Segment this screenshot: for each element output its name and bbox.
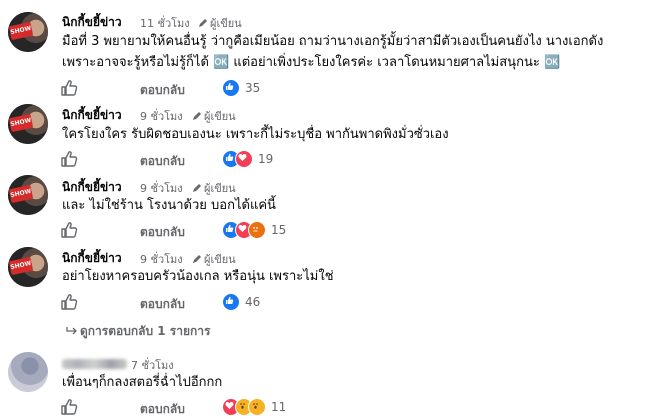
comment-author-name[interactable]: นิกกี้ขยี้ข่าว — [62, 178, 122, 197]
reply-button[interactable]: ตอบกลับ — [140, 400, 185, 419]
reaction-count: 19 — [258, 152, 274, 166]
comment-time[interactable]: 9 ชั่วโมง — [140, 250, 183, 268]
view-replies-label: ดูการตอบกลับ 1 รายการ — [80, 324, 211, 338]
like-icon[interactable] — [60, 293, 78, 311]
comment-text-line-1: อย่าโยงหาครอบครัวน้องเกล หรือนุ่น เพราะไ… — [62, 269, 334, 284]
reaction-summary[interactable]: 46 — [222, 293, 260, 311]
author-badge-label: ผู้เขียน — [204, 253, 236, 266]
blurred-author-name[interactable] — [62, 359, 127, 369]
reaction-summary[interactable]: 19 — [222, 150, 273, 168]
avatar[interactable] — [8, 352, 48, 392]
comment-text-line-1: และ ไม่ใช่ร้าน โรงนาด้วย บอกได้แค่นี้ — [62, 198, 276, 213]
like-reaction-icon — [222, 79, 240, 97]
avatar[interactable]: SHOW — [8, 247, 48, 287]
angry-reaction-icon — [248, 221, 266, 239]
reply-button[interactable]: ตอบกลับ — [140, 295, 185, 314]
like-icon[interactable] — [60, 398, 78, 416]
comment-text-line-2: เพราะอาจจะรู้หรือไม่รู้ก็ได้ 🆗 แต่อย่าเพ… — [62, 55, 561, 70]
pen-icon — [193, 112, 201, 120]
author-badge-label: ผู้เขียน — [204, 182, 236, 195]
comment-text-line-1: ใครโยงใคร รับผิดชอบเองนะ เพราะกี้ไม่ระบุ… — [62, 127, 449, 142]
comment-author-name[interactable]: นิกกี้ขยี้ข่าว — [62, 249, 122, 268]
reaction-count: 11 — [271, 400, 287, 414]
wow-reaction-icon — [248, 398, 266, 416]
comment-text-line-1: เพื่อนๆก็กลงสตอรี่ฉ่ำไปอีกกก — [62, 375, 223, 390]
reply-button[interactable]: ตอบกลับ — [140, 223, 185, 242]
reaction-summary[interactable]: 35 — [222, 79, 260, 97]
comment-author-name[interactable]: นิกกี้ขยี้ข่าว — [62, 106, 122, 125]
reaction-summary[interactable]: 15 — [222, 221, 286, 239]
author-badge: ผู้เขียน — [192, 107, 236, 125]
like-icon[interactable] — [60, 150, 78, 168]
view-replies-link[interactable]: ดูการตอบกลับ 1 รายการ — [66, 322, 210, 341]
like-reaction-icon — [222, 293, 240, 311]
pen-icon — [193, 184, 201, 192]
avatar-image — [8, 352, 48, 392]
reaction-count: 35 — [245, 81, 261, 95]
comment-time[interactable]: 9 ชั่วโมง — [140, 179, 183, 197]
love-reaction-icon — [235, 150, 253, 168]
like-icon[interactable] — [60, 79, 78, 97]
like-icon[interactable] — [60, 221, 78, 239]
reply-arrow-icon — [66, 327, 77, 335]
author-badge: ผู้เขียน — [198, 14, 242, 32]
author-badge: ผู้เขียน — [192, 250, 236, 268]
comment-time[interactable]: 11 ชั่วโมง — [140, 14, 190, 32]
author-badge-label: ผู้เขียน — [210, 17, 242, 30]
reply-button[interactable]: ตอบกลับ — [140, 152, 185, 171]
reaction-count: 15 — [271, 223, 287, 237]
comment-text-line-1: มือที่ 3 พยายามให้คนอื่นรู้ ว่ากูคือเมีย… — [62, 34, 604, 49]
comment-author-name[interactable]: นิกกี้ขยี้ข่าว — [62, 13, 122, 32]
author-badge: ผู้เขียน — [192, 179, 236, 197]
comment-time[interactable]: 9 ชั่วโมง — [140, 107, 183, 125]
reaction-summary[interactable]: 11 — [222, 398, 286, 416]
avatar[interactable]: SHOW — [8, 104, 48, 144]
comment-time[interactable]: 7 ชั่วโมง — [131, 356, 174, 374]
avatar[interactable]: SHOW — [8, 12, 48, 52]
reaction-count: 46 — [245, 295, 261, 309]
reply-button[interactable]: ตอบกลับ — [140, 81, 185, 100]
pen-icon — [199, 19, 207, 27]
avatar[interactable]: SHOW — [8, 175, 48, 215]
author-badge-label: ผู้เขียน — [204, 110, 236, 123]
pen-icon — [193, 255, 201, 263]
